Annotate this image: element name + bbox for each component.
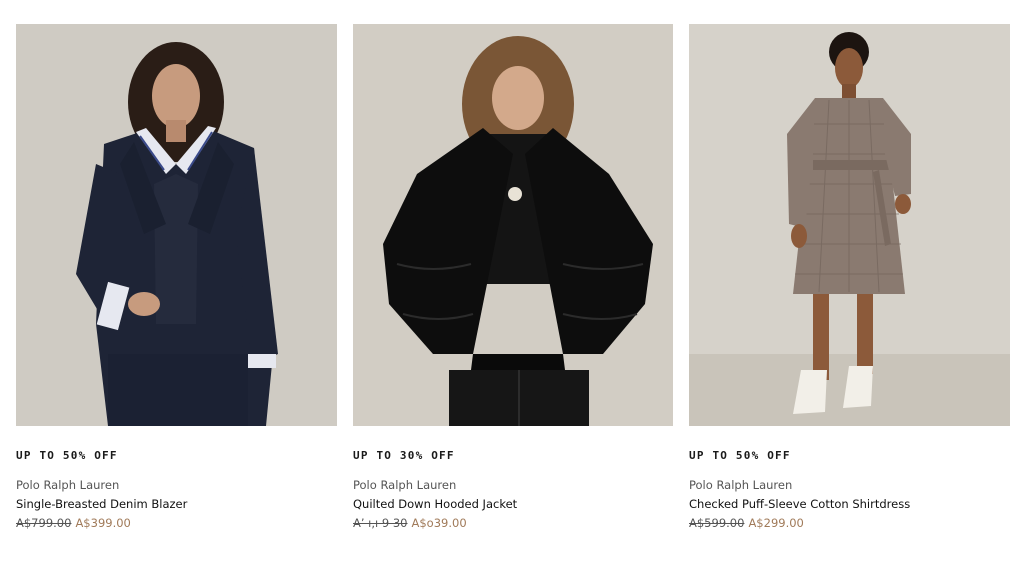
discount-badge: UP TO 30% OFF	[353, 449, 455, 462]
sale-price: A$299.00	[748, 516, 804, 530]
product-card[interactable]: UP TO 50% OFF Polo Ralph Lauren Checked …	[689, 24, 1010, 530]
model-photo	[16, 24, 337, 426]
sale-price: A$399.00	[75, 516, 131, 530]
product-brand: Polo Ralph Lauren	[16, 478, 120, 492]
product-name[interactable]: Quilted Down Hooded Jacket	[353, 497, 673, 511]
product-grid: UP TO 50% OFF Polo Ralph Lauren Single-B…	[16, 24, 1010, 530]
product-brand: Polo Ralph Lauren	[689, 478, 793, 492]
original-price: A’ ı,ı 9 30	[353, 516, 408, 530]
product-prices: A$799.00 A$399.00	[16, 516, 337, 530]
model-photo	[689, 24, 1010, 426]
product-image-shirtdress[interactable]	[689, 24, 1010, 426]
product-name[interactable]: Single-Breasted Denim Blazer	[16, 497, 337, 511]
product-image-denim-blazer[interactable]	[16, 24, 337, 426]
discount-badge: UP TO 50% OFF	[689, 449, 791, 462]
discount-badge: UP TO 50% OFF	[16, 449, 118, 462]
product-prices: A$599.00 A$299.00	[689, 516, 1010, 530]
original-price: A$799.00	[16, 516, 72, 530]
sale-price: A$o39.00	[411, 516, 467, 530]
product-name[interactable]: Checked Puff-Sleeve Cotton Shirtdress	[689, 497, 1010, 511]
product-prices: A’ ı,ı 9 30 A$o39.00	[353, 516, 673, 530]
product-card[interactable]: UP TO 50% OFF Polo Ralph Lauren Single-B…	[16, 24, 337, 530]
model-photo	[353, 24, 673, 426]
product-brand: Polo Ralph Lauren	[353, 478, 457, 492]
product-image-quilted-jacket[interactable]	[353, 24, 673, 426]
original-price: A$599.00	[689, 516, 745, 530]
product-card[interactable]: UP TO 30% OFF Polo Ralph Lauren Quilted …	[353, 24, 673, 530]
